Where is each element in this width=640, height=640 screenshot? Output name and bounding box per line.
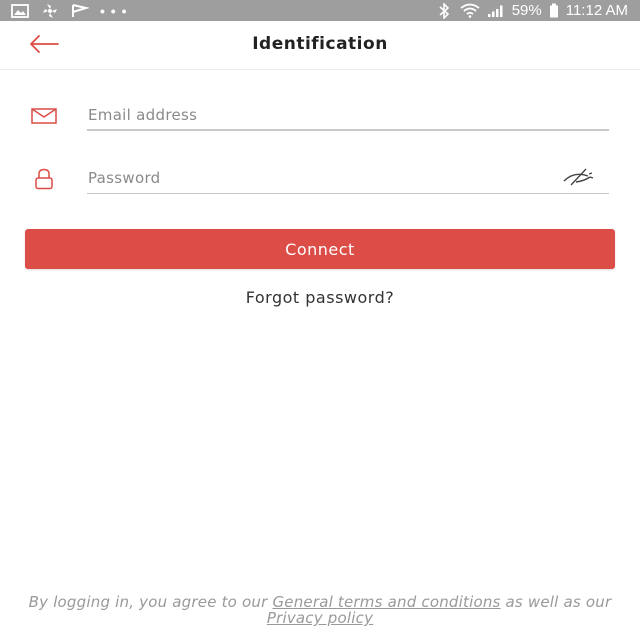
- forgot-password-link[interactable]: Forgot password?: [0, 288, 640, 307]
- envelope-icon: [30, 104, 58, 128]
- privacy-policy-link[interactable]: Privacy policy: [267, 609, 373, 627]
- email-row: [0, 98, 640, 138]
- legal-middle: as well as our: [500, 593, 612, 611]
- legal-prefix: By logging in, you agree to our: [28, 593, 273, 611]
- battery-percent: 59%: [511, 2, 542, 19]
- wifi-icon: [460, 3, 480, 19]
- legal-notice: By logging in, you agree to our General …: [20, 594, 620, 626]
- battery-icon: [548, 3, 560, 19]
- flag-icon: [70, 3, 90, 19]
- more-notifications-indicator: • • •: [100, 2, 128, 19]
- signal-icon: [486, 3, 506, 19]
- page-title: Identification: [252, 34, 388, 54]
- password-field[interactable]: [87, 161, 609, 194]
- connect-button[interactable]: Connect: [25, 229, 615, 269]
- bluetooth-icon: [434, 2, 454, 19]
- email-field[interactable]: [87, 98, 609, 131]
- password-row: [0, 161, 640, 201]
- show-password-toggle[interactable]: [560, 167, 598, 191]
- notification-icons: • • •: [10, 3, 127, 19]
- eye-off-icon: [562, 167, 596, 191]
- pinwheel-icon: [40, 3, 60, 19]
- status-bar: • • • 59% 11:12 AM: [0, 0, 640, 21]
- system-status: 59% 11:12 AM: [434, 2, 628, 19]
- lock-icon: [30, 167, 58, 191]
- gallery-icon: [10, 3, 30, 19]
- app-bar: Identification: [0, 21, 640, 70]
- clock: 11:12 AM: [565, 2, 628, 19]
